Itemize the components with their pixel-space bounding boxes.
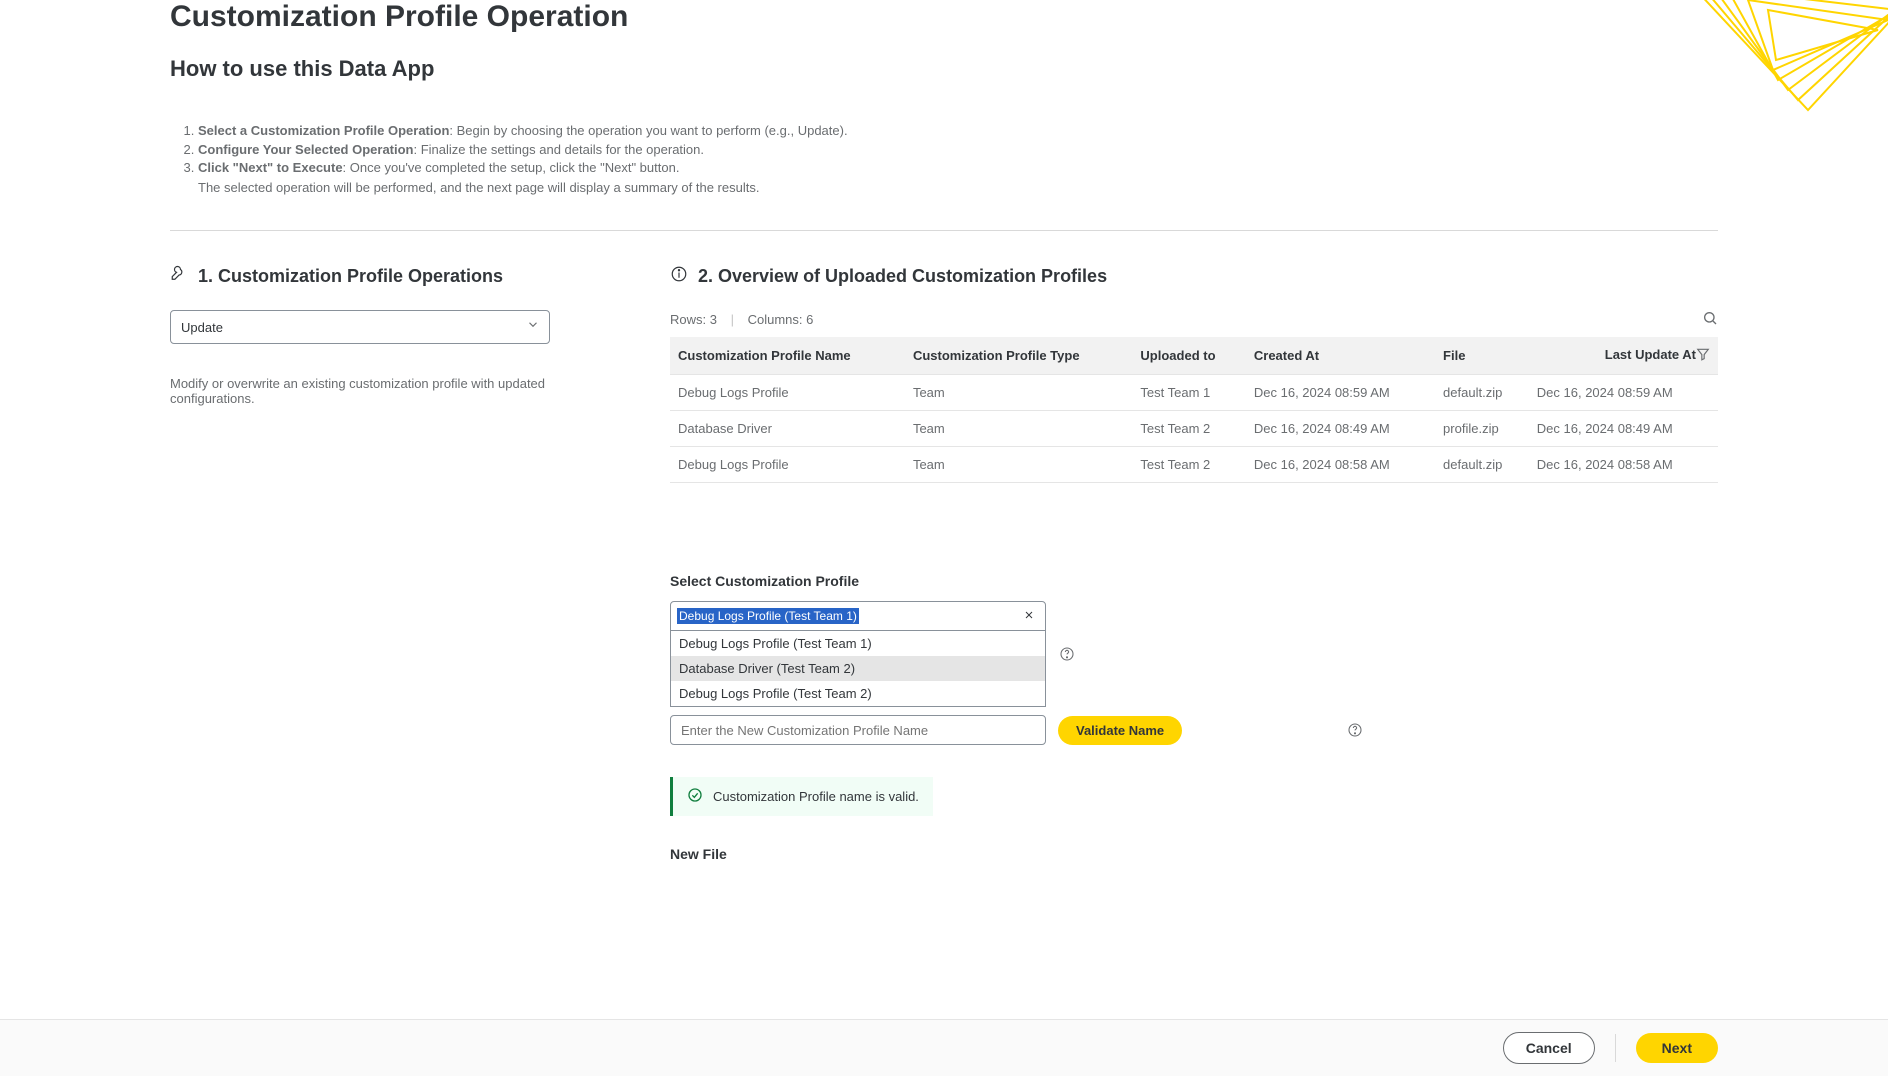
section1-heading: 1. Customization Profile Operations <box>170 265 610 288</box>
profile-option[interactable]: Debug Logs Profile (Test Team 1) <box>671 631 1045 656</box>
instruction-item: Configure Your Selected Operation: Final… <box>198 141 1718 159</box>
profile-dropdown-list: Debug Logs Profile (Test Team 1) Databas… <box>670 631 1046 707</box>
operation-select[interactable]: Update <box>170 310 550 344</box>
profile-combobox[interactable]: Debug Logs Profile (Test Team 1) Debug L… <box>670 601 1046 707</box>
filter-icon[interactable] <box>1696 347 1710 364</box>
instruction-tail: The selected operation will be performed… <box>198 177 1718 197</box>
page-title: Customization Profile Operation <box>170 0 1718 34</box>
profile-option[interactable]: Database Driver (Test Team 2) <box>671 656 1045 681</box>
profile-option[interactable]: Debug Logs Profile (Test Team 2) <box>671 681 1045 706</box>
table-row[interactable]: Debug Logs Profile Team Test Team 1 Dec … <box>670 375 1718 411</box>
table-counts: Rows: 3 | Columns: 6 <box>670 312 813 327</box>
instruction-item: Select a Customization Profile Operation… <box>198 122 1718 140</box>
profile-combobox-input[interactable]: Debug Logs Profile (Test Team 1) <box>670 601 1046 631</box>
instruction-item: Click "Next" to Execute: Once you've com… <box>198 159 1718 196</box>
footer-divider <box>1615 1034 1616 1062</box>
instruction-list: Select a Customization Profile Operation… <box>170 122 1718 196</box>
operation-select-input[interactable]: Update <box>170 310 550 344</box>
col-updated[interactable]: Last Update At <box>1529 337 1718 375</box>
divider <box>170 230 1718 231</box>
search-icon[interactable] <box>1702 310 1718 329</box>
table-row[interactable]: Debug Logs Profile Team Test Team 2 Dec … <box>670 447 1718 483</box>
help-icon[interactable] <box>1346 721 1364 739</box>
section2-heading: 2. Overview of Uploaded Customization Pr… <box>670 265 1718 288</box>
table-row[interactable]: Database Driver Team Test Team 2 Dec 16,… <box>670 411 1718 447</box>
page-subtitle: How to use this Data App <box>170 56 1718 82</box>
col-uploaded[interactable]: Uploaded to <box>1132 337 1245 375</box>
footer-bar: Cancel Next <box>0 1019 1888 1076</box>
new-profile-name-input[interactable] <box>670 715 1046 745</box>
profiles-table: Customization Profile Name Customization… <box>670 337 1718 483</box>
wrench-icon <box>170 265 188 288</box>
help-icon[interactable] <box>1058 645 1076 663</box>
col-name[interactable]: Customization Profile Name <box>670 337 905 375</box>
col-created[interactable]: Created At <box>1246 337 1435 375</box>
next-button[interactable]: Next <box>1636 1033 1718 1063</box>
select-profile-label: Select Customization Profile <box>670 573 1718 589</box>
checkmark-icon <box>687 787 703 806</box>
info-icon <box>670 265 688 288</box>
validation-message: Customization Profile name is valid. <box>670 777 933 816</box>
new-file-label: New File <box>670 846 1718 862</box>
operation-hint: Modify or overwrite an existing customiz… <box>170 376 610 406</box>
validate-name-button[interactable]: Validate Name <box>1058 716 1182 745</box>
clear-icon[interactable] <box>1019 608 1039 624</box>
col-type[interactable]: Customization Profile Type <box>905 337 1132 375</box>
cancel-button[interactable]: Cancel <box>1503 1032 1595 1064</box>
profile-selected-text: Debug Logs Profile (Test Team 1) <box>677 608 859 624</box>
col-file[interactable]: File <box>1435 337 1529 375</box>
